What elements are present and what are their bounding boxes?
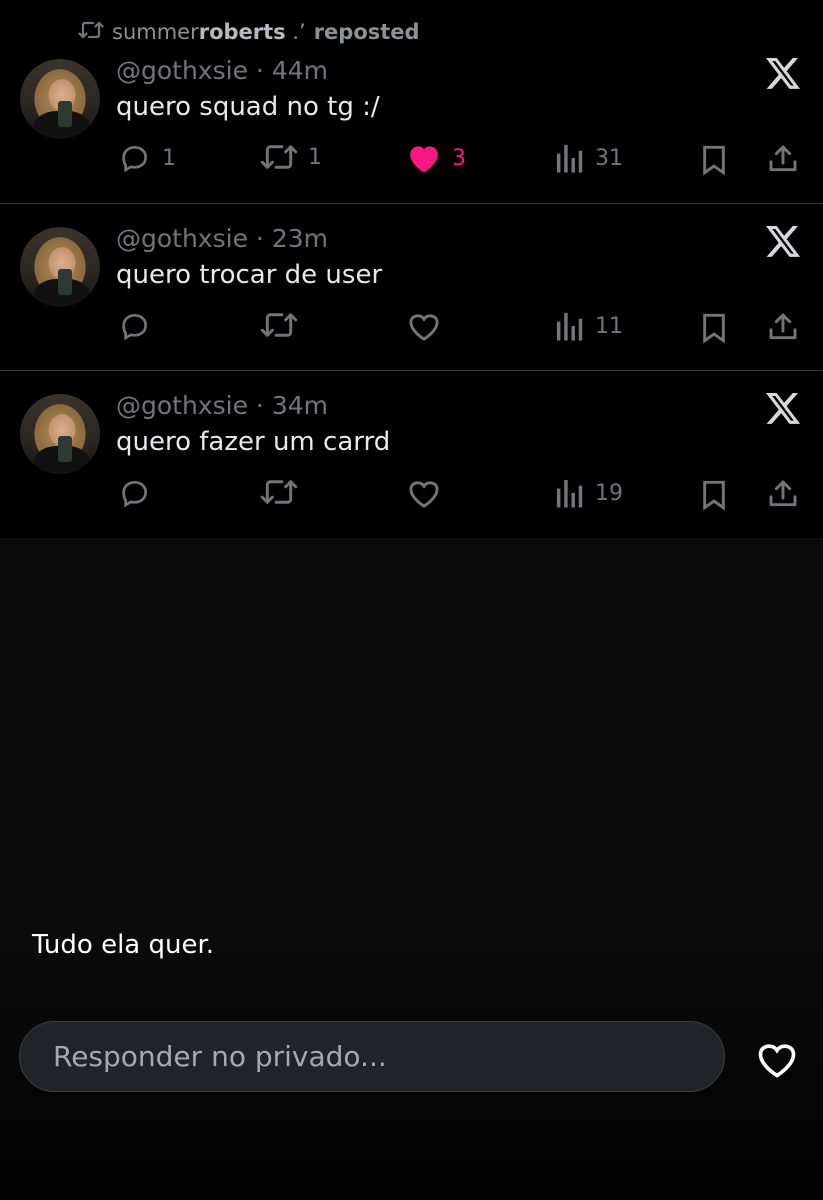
repost-label: reposted: [313, 20, 420, 44]
views-count: 19: [595, 480, 623, 506]
repost-button[interactable]: [260, 477, 308, 507]
reply-count: 1: [162, 145, 176, 171]
tweet-meta: @gothxsie · 34m: [116, 391, 328, 420]
repost-icon: [260, 145, 298, 169]
repost-header: summerroberts .’ reposted: [78, 18, 420, 46]
repost-username-part: summer: [112, 20, 199, 44]
avatar[interactable]: [20, 394, 100, 474]
tweet-meta: @gothxsie · 23m: [116, 224, 328, 253]
reply-button[interactable]: 1: [118, 142, 176, 174]
x-logo-icon: [765, 57, 801, 89]
like-icon: [409, 481, 439, 508]
like-icon: [409, 314, 439, 341]
like-button[interactable]: [406, 310, 452, 342]
views-button[interactable]: 11: [555, 310, 623, 342]
tweet-handle[interactable]: @gothxsie: [116, 56, 248, 85]
bookmark-icon[interactable]: [700, 144, 728, 176]
views-icon: [556, 312, 583, 341]
story-caption: Tudo ela quer.: [32, 930, 215, 960]
tweet-text: quero fazer um carrd: [116, 427, 391, 457]
reply-input[interactable]: Responder no privado...: [19, 1021, 725, 1092]
reply-button[interactable]: [118, 310, 162, 342]
like-count: 3: [452, 145, 466, 171]
share-icon[interactable]: [767, 477, 799, 511]
tweet-card[interactable]: @gothxsie · 23m quero trocar de user 11: [0, 203, 823, 370]
avatar[interactable]: [20, 59, 100, 139]
x-logo-icon: [765, 225, 801, 257]
views-button[interactable]: 31: [555, 142, 623, 174]
repost-icon: [260, 313, 298, 337]
like-button[interactable]: [406, 477, 452, 509]
repost-icon: [78, 20, 104, 45]
views-button[interactable]: 19: [555, 477, 623, 509]
bookmark-icon[interactable]: [700, 312, 728, 344]
bookmark-icon[interactable]: [700, 479, 728, 511]
like-button[interactable]: 3: [406, 142, 466, 174]
tweet-card[interactable]: @gothxsie · 34m quero fazer um carrd 19: [0, 370, 823, 537]
tweet-time: 23m: [271, 224, 328, 253]
tweet-meta: @gothxsie · 44m: [116, 56, 328, 85]
x-logo-icon: [765, 392, 801, 424]
repost-username-bold: roberts: [198, 20, 286, 44]
repost-username-suffix: .’: [285, 20, 306, 44]
avatar[interactable]: [20, 227, 100, 307]
reply-icon: [122, 313, 148, 341]
reply-icon: [122, 480, 148, 508]
tweet-time: 44m: [271, 56, 328, 85]
repost-count: 1: [308, 144, 322, 170]
views-count: 31: [595, 145, 623, 171]
tweet-text: quero trocar de user: [116, 260, 383, 290]
repost-username[interactable]: summerroberts .’: [112, 20, 306, 44]
like-icon: [410, 146, 438, 173]
tweet-card[interactable]: @gothxsie · 44m quero squad no tg :/ 1 1…: [0, 46, 823, 212]
tweet-handle[interactable]: @gothxsie: [116, 224, 248, 253]
tweet-handle[interactable]: @gothxsie: [116, 391, 248, 420]
tweet-time: 34m: [271, 391, 328, 420]
reply-placeholder: Responder no privado...: [53, 1040, 387, 1073]
repost-icon: [260, 480, 298, 504]
views-icon: [556, 479, 583, 508]
heart-icon[interactable]: [755, 1037, 799, 1081]
reply-icon: [122, 145, 148, 173]
views-count: 11: [595, 313, 623, 339]
views-icon: [556, 144, 583, 173]
reply-button[interactable]: [118, 477, 162, 509]
story-background: [0, 538, 823, 1200]
repost-button[interactable]: 1: [260, 142, 322, 172]
share-icon[interactable]: [767, 310, 799, 344]
share-icon[interactable]: [767, 142, 799, 176]
tweet-text: quero squad no tg :/: [116, 92, 380, 122]
repost-button[interactable]: [260, 310, 308, 340]
